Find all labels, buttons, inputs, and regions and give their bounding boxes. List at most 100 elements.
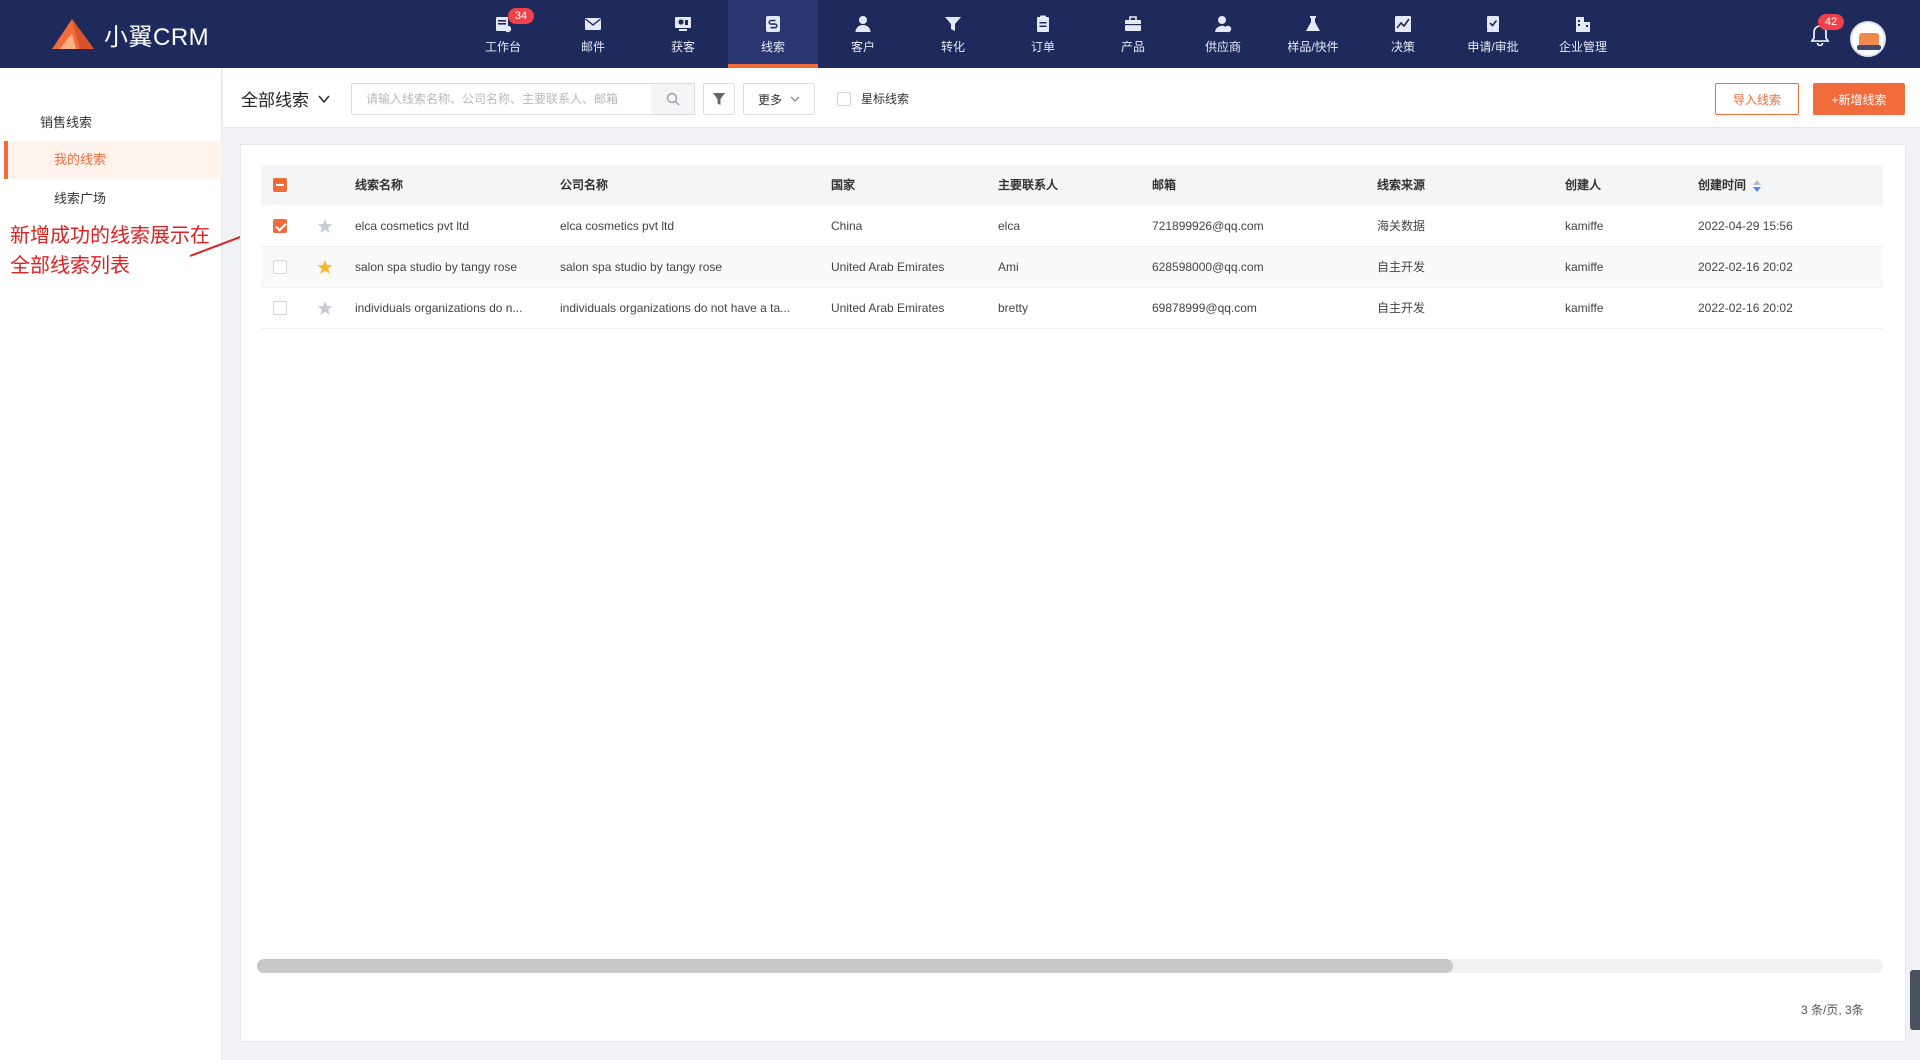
nav-item-supplier[interactable]: 供应商 <box>1178 0 1268 68</box>
search-icon <box>666 92 679 106</box>
cell-email: 721899926@qq.com <box>1152 219 1264 233</box>
funnel-icon <box>943 14 963 34</box>
annotation-text: 新增成功的线索展示在 全部线索列表 <box>10 220 210 280</box>
filter-button[interactable] <box>703 83 735 115</box>
cell-lead-name[interactable]: individuals organizations do n... <box>355 288 545 329</box>
star-icon[interactable] <box>317 259 333 275</box>
table-row[interactable]: elca cosmetics pvt ltd elca cosmetics pv… <box>261 206 1883 247</box>
select-all-checkbox[interactable] <box>273 178 287 192</box>
decision-icon <box>1393 14 1413 34</box>
more-label: 更多 <box>757 92 782 107</box>
nav-label: 订单 <box>1030 39 1055 54</box>
supplier-icon <box>1213 14 1233 34</box>
nav-item-dashboard[interactable]: 工作台 34 <box>458 0 548 68</box>
table-row[interactable]: salon spa studio by tangy rose salon spa… <box>261 247 1883 288</box>
leads-table-card: 线索名称 公司名称 国家 主要联系人 邮箱 线索来源 创建人 创建时间 elca… <box>240 144 1906 1042</box>
import-leads-button[interactable]: 导入线索 <box>1715 83 1799 115</box>
star-filter-box[interactable] <box>837 91 851 106</box>
nav-label: 产品 <box>1120 39 1145 54</box>
cell-source: 海关数据 <box>1377 219 1426 233</box>
annotation-line-2: 全部线索列表 <box>10 253 130 277</box>
sidebar-item-lead-plaza[interactable]: 线索广场 <box>4 180 222 218</box>
cell-creator: kamiffe <box>1565 260 1604 274</box>
sample-icon <box>1303 14 1323 34</box>
search-box <box>351 83 653 115</box>
sort-icon[interactable] <box>1752 179 1762 193</box>
nav-label: 客户 <box>850 39 875 54</box>
column-header-created-time[interactable]: 创建时间 <box>1698 165 1762 205</box>
product-icon <box>1123 14 1143 34</box>
cell-creator: kamiffe <box>1565 219 1604 233</box>
cell-source: 自主开发 <box>1377 260 1426 274</box>
top-nav-bar: 小翼CRM 工作台 34 邮件 获客 线索 客户 转化 订单 产品 供应商 样品… <box>0 0 1920 68</box>
column-header[interactable]: 公司名称 <box>560 165 608 205</box>
row-checkbox[interactable] <box>273 301 287 315</box>
add-lead-button[interactable]: +新增线索 <box>1813 83 1905 115</box>
column-header[interactable]: 国家 <box>831 165 855 205</box>
scrollbar-thumb[interactable] <box>257 959 1453 973</box>
avatar[interactable] <box>1850 21 1886 57</box>
row-checkbox[interactable] <box>273 219 287 233</box>
nav-item-conversion[interactable]: 转化 <box>908 0 998 68</box>
dashboard-badge: 34 <box>508 8 534 24</box>
nav-item-product[interactable]: 产品 <box>1088 0 1178 68</box>
star-filter-checkbox[interactable]: 星标线索 <box>837 90 909 107</box>
cell-email: 628598000@qq.com <box>1152 260 1264 274</box>
nav-item-customer[interactable]: 客户 <box>818 0 908 68</box>
approval-icon <box>1483 14 1503 34</box>
main-nav: 工作台 34 邮件 获客 线索 客户 转化 订单 产品 供应商 样品/快件 决策… <box>458 0 1628 68</box>
logo[interactable]: 小翼CRM <box>50 16 209 52</box>
sidebar-heading: 销售线索 <box>40 115 93 130</box>
view-selector[interactable]: 全部线索 <box>241 86 331 111</box>
filter-icon <box>713 93 725 105</box>
nav-item-approval[interactable]: 申请/审批 <box>1448 0 1538 68</box>
horizontal-scrollbar[interactable] <box>257 959 1883 973</box>
cell-company: salon spa studio by tangy rose <box>560 260 723 274</box>
view-selector-label: 全部线索 <box>241 91 309 110</box>
order-icon <box>1033 14 1053 34</box>
nav-label: 工作台 <box>484 39 521 54</box>
cell-contact: Ami <box>998 260 1019 274</box>
column-header[interactable]: 邮箱 <box>1152 165 1176 205</box>
cell-created-time: 2022-02-16 20:02 <box>1698 260 1793 274</box>
column-header[interactable]: 线索来源 <box>1377 165 1425 205</box>
pagination-summary: 3 条/页, 3条 <box>1801 1003 1864 1017</box>
nav-label: 供应商 <box>1204 39 1241 54</box>
sidebar: 销售线索 我的线索 线索广场 <box>0 68 222 1060</box>
company-icon <box>1573 14 1593 34</box>
nav-item-order[interactable]: 订单 <box>998 0 1088 68</box>
nav-item-sample[interactable]: 样品/快件 <box>1268 0 1358 68</box>
cell-lead-name[interactable]: salon spa studio by tangy rose <box>355 247 545 288</box>
nav-item-leads[interactable]: 线索 <box>728 0 818 68</box>
nav-label: 企业管理 <box>1558 39 1607 54</box>
nav-item-acquire[interactable]: 获客 <box>638 0 728 68</box>
column-header[interactable]: 主要联系人 <box>998 165 1058 205</box>
cell-contact: elca <box>998 219 1021 233</box>
side-panel-handle[interactable] <box>1910 970 1920 1030</box>
search-input[interactable] <box>352 84 642 114</box>
cell-creator: kamiffe <box>1565 301 1604 315</box>
column-header[interactable]: 线索名称 <box>355 165 403 205</box>
nav-label: 决策 <box>1390 39 1415 54</box>
star-icon[interactable] <box>317 218 333 234</box>
logo-mountain-icon <box>52 19 94 49</box>
cell-email: 69878999@qq.com <box>1152 301 1257 315</box>
star-icon[interactable] <box>317 300 333 316</box>
search-button[interactable] <box>651 83 695 115</box>
acquire-icon <box>673 14 693 34</box>
cell-lead-name[interactable]: elca cosmetics pvt ltd <box>355 206 545 247</box>
cell-country: United Arab Emirates <box>831 301 945 315</box>
more-dropdown[interactable]: 更多 <box>743 83 815 115</box>
chevron-down-icon <box>318 94 330 103</box>
row-checkbox[interactable] <box>273 260 287 274</box>
nav-item-decision[interactable]: 决策 <box>1358 0 1448 68</box>
annotation-line-1: 新增成功的线索展示在 <box>10 223 210 247</box>
sidebar-item-my-leads[interactable]: 我的线索 <box>4 141 222 179</box>
cell-country: China <box>831 219 863 233</box>
column-header[interactable]: 创建人 <box>1565 165 1601 205</box>
cell-country: United Arab Emirates <box>831 260 945 274</box>
table-row[interactable]: individuals organizations do n... indivi… <box>261 288 1883 329</box>
nav-item-mail[interactable]: 邮件 <box>548 0 638 68</box>
leads-icon <box>763 14 783 34</box>
nav-item-company[interactable]: 企业管理 <box>1538 0 1628 68</box>
